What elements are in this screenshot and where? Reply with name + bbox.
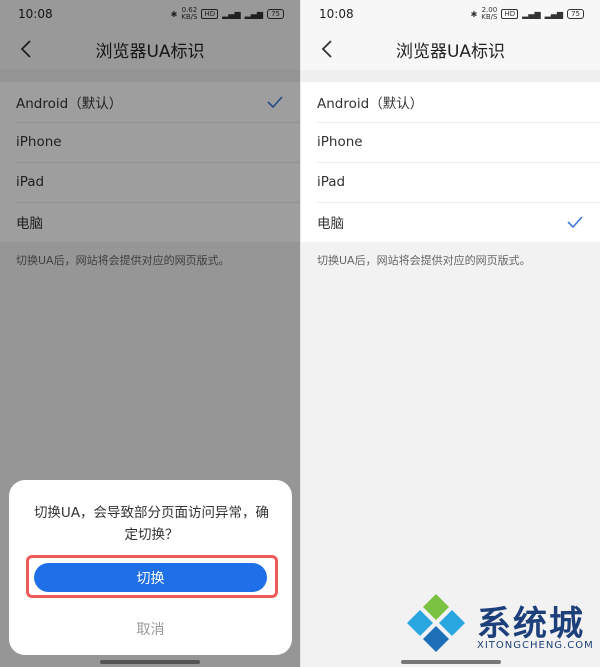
status-icons: ✱ 2.00 KB/S HD ▂▄▆ ▂▄▆ 75	[471, 7, 584, 21]
back-arrow-icon[interactable]	[317, 38, 339, 60]
spacer	[301, 70, 600, 82]
ua-option-iphone[interactable]: iPhone	[301, 122, 600, 162]
ua-option-ipad[interactable]: iPad	[301, 162, 600, 202]
site-watermark: 系统城 XITONGCHENG.COM	[405, 592, 595, 664]
signal-icon-2: ▂▄▆	[544, 9, 564, 19]
network-rate: 2.00 KB/S	[481, 6, 498, 21]
signal-icon: ▂▄▆	[522, 9, 541, 19]
ua-option-android[interactable]: Android（默认）	[301, 82, 600, 122]
title-bar: 浏览器UA标识	[301, 28, 600, 70]
checkmark-icon	[567, 216, 583, 229]
confirm-dialog: 切换UA，会导致部分页面访问异常，确定切换？ 切换 取消	[9, 480, 292, 655]
left-screen: 10:08 ✱ 0.62 KB/S HD ▂▄▆ ▂▄▆ 75 浏览器UA标识 …	[0, 0, 300, 667]
status-time: 10:08	[319, 7, 354, 21]
dialog-message: 切换UA，会导致部分页面访问异常，确定切换？	[33, 505, 270, 543]
hd-icon: HD	[501, 9, 519, 19]
ua-option-desktop[interactable]: 电脑	[301, 202, 600, 242]
ua-options-list: Android（默认） iPhone iPad 电脑	[301, 82, 600, 242]
status-bar: 10:08 ✱ 2.00 KB/S HD ▂▄▆ ▂▄▆ 75	[301, 0, 600, 28]
ua-option-label: 电脑	[317, 216, 344, 232]
ua-option-label: iPad	[317, 174, 346, 190]
brand-domain: XITONGCHENG.COM	[477, 640, 594, 651]
bluetooth-icon: ✱	[470, 9, 478, 19]
brand-logo-icon	[407, 594, 465, 652]
cancel-button[interactable]: 取消	[9, 619, 292, 639]
brand-name: 系统城	[477, 604, 585, 644]
ua-option-label: iPhone	[317, 134, 363, 150]
ua-option-label: Android（默认）	[317, 96, 424, 112]
right-screen: 10:08 ✱ 2.00 KB/S HD ▂▄▆ ▂▄▆ 75 浏览器UA标识 …	[300, 0, 600, 667]
page-title: 浏览器UA标识	[395, 41, 506, 62]
switch-button[interactable]: 切换	[34, 563, 267, 592]
battery-icon: 75	[567, 9, 584, 19]
home-indicator[interactable]	[100, 660, 200, 664]
